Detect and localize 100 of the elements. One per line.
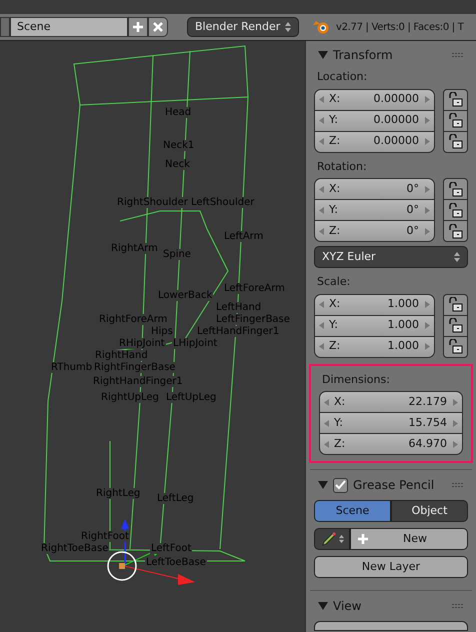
rotation-mode-dropdown[interactable]: XYZ Euler bbox=[314, 246, 468, 268]
axis-label: Z: bbox=[329, 222, 340, 239]
increment-arrow-icon[interactable] bbox=[425, 117, 430, 124]
axis-label: Y: bbox=[329, 112, 338, 128]
bone-label: LeftForeArm bbox=[223, 283, 286, 294]
open-padlock-icon bbox=[448, 134, 462, 149]
decrement-arrow-icon[interactable] bbox=[319, 343, 324, 350]
number-field[interactable]: Z: 64.970 bbox=[319, 433, 463, 455]
axis-label: X: bbox=[329, 180, 340, 197]
increment-arrow-icon[interactable] bbox=[425, 96, 430, 103]
field-value: 1.000 bbox=[388, 317, 419, 334]
open-padlock-icon bbox=[448, 339, 462, 354]
new-layer-button[interactable]: New Layer bbox=[314, 556, 468, 578]
close-button[interactable] bbox=[148, 17, 168, 37]
number-field[interactable]: Y: 1.000 bbox=[314, 314, 435, 336]
field-value: 1.000 bbox=[388, 338, 419, 354]
bone-label: RightArm bbox=[110, 243, 159, 254]
new-button[interactable]: New bbox=[350, 528, 468, 550]
increment-arrow-icon[interactable] bbox=[453, 420, 458, 426]
decrement-arrow-icon[interactable] bbox=[319, 228, 324, 234]
collapse-triangle-icon[interactable] bbox=[318, 480, 328, 490]
increment-arrow-icon[interactable] bbox=[425, 322, 430, 329]
decrement-arrow-icon[interactable] bbox=[324, 420, 329, 426]
decrement-arrow-icon[interactable] bbox=[319, 96, 324, 103]
source-tab[interactable]: Object bbox=[391, 500, 468, 522]
increment-arrow-icon[interactable] bbox=[425, 206, 430, 214]
open-padlock-icon bbox=[448, 182, 462, 196]
lock-toggle[interactable] bbox=[443, 88, 468, 110]
axis-label: X: bbox=[329, 91, 340, 108]
open-padlock-icon bbox=[448, 113, 462, 128]
decrement-arrow-icon[interactable] bbox=[324, 440, 329, 448]
bone-label: RightUpLeg bbox=[100, 392, 160, 403]
increment-arrow-icon[interactable] bbox=[425, 228, 430, 234]
collapsed-field[interactable] bbox=[314, 621, 468, 631]
lock-toggle[interactable] bbox=[443, 336, 468, 358]
number-field[interactable]: X: 1.000 bbox=[314, 294, 435, 316]
decrement-arrow-icon[interactable] bbox=[319, 186, 324, 192]
increment-arrow-icon[interactable] bbox=[425, 138, 430, 145]
axis-label: Y: bbox=[329, 317, 338, 334]
collapse-triangle-icon[interactable] bbox=[318, 50, 328, 60]
lock-toggle[interactable] bbox=[443, 130, 468, 152]
increment-arrow-icon[interactable] bbox=[425, 301, 430, 308]
increment-arrow-icon[interactable] bbox=[425, 343, 430, 350]
number-field[interactable]: Y: 0° bbox=[314, 199, 435, 221]
logo-icon bbox=[313, 20, 329, 34]
plus-icon bbox=[357, 533, 369, 545]
decrement-arrow-icon[interactable] bbox=[319, 206, 324, 214]
panel-title[interactable]: Grease Pencil bbox=[353, 476, 434, 494]
lock-toggle[interactable] bbox=[443, 314, 468, 336]
close-icon bbox=[152, 21, 164, 33]
bone-label: RightToeBase bbox=[40, 543, 110, 554]
number-field[interactable]: X: 0.00000 bbox=[314, 88, 435, 110]
decrement-arrow-icon[interactable] bbox=[319, 117, 324, 124]
number-field[interactable]: X: 22.179 bbox=[319, 391, 463, 413]
bone-label: RightFingerBase bbox=[93, 362, 176, 373]
increment-arrow-icon[interactable] bbox=[453, 398, 458, 406]
source-tab[interactable]: Scene bbox=[314, 500, 391, 522]
bone-label: LeftFoot bbox=[150, 543, 192, 554]
increment-arrow-icon[interactable] bbox=[425, 186, 430, 192]
number-field[interactable]: Y: 0.00000 bbox=[314, 110, 435, 132]
number-field[interactable]: Z: 0.00000 bbox=[314, 130, 435, 152]
collapse-triangle-icon[interactable] bbox=[318, 601, 328, 611]
bone-label: LeftFingerBase bbox=[215, 314, 291, 325]
decrement-arrow-icon[interactable] bbox=[324, 398, 329, 406]
bone-label: LeftShoulder bbox=[190, 197, 256, 208]
axis-label: Y: bbox=[334, 414, 343, 431]
updown-arrows-icon bbox=[454, 252, 460, 262]
drag-handle-icon[interactable] bbox=[452, 603, 464, 609]
lock-toggle[interactable] bbox=[443, 178, 468, 200]
axis-label: Z: bbox=[329, 133, 340, 150]
scene-field[interactable]: Scene bbox=[10, 17, 128, 37]
pencil-selector[interactable] bbox=[314, 528, 350, 550]
bone-label: LHipJoint bbox=[172, 338, 218, 349]
panel-title[interactable]: View bbox=[333, 597, 362, 615]
bone-label: LeftLeg bbox=[156, 493, 195, 504]
bone-label: LowerBack bbox=[157, 290, 214, 301]
field-value: 0° bbox=[406, 202, 419, 218]
number-field[interactable]: Z: 0° bbox=[314, 220, 435, 242]
enable-checkbox[interactable] bbox=[333, 478, 348, 492]
open-padlock-icon bbox=[448, 202, 462, 218]
lock-toggle[interactable] bbox=[443, 110, 468, 132]
lock-toggle[interactable] bbox=[443, 220, 468, 242]
open-padlock-icon bbox=[448, 92, 462, 107]
render-engine-dropdown[interactable]: Blender Render bbox=[187, 17, 299, 37]
add-button[interactable] bbox=[128, 17, 148, 37]
number-field[interactable]: Z: 1.000 bbox=[314, 336, 435, 358]
lock-toggle[interactable] bbox=[443, 294, 468, 316]
lock-toggle[interactable] bbox=[443, 199, 468, 221]
field-value: 0° bbox=[406, 180, 419, 197]
decrement-arrow-icon[interactable] bbox=[319, 301, 324, 308]
number-field[interactable]: Y: 15.754 bbox=[319, 412, 463, 434]
number-field[interactable]: X: 0° bbox=[314, 178, 435, 200]
drag-handle-icon[interactable] bbox=[452, 52, 464, 58]
increment-arrow-icon[interactable] bbox=[453, 440, 458, 448]
axis-label: Y: bbox=[329, 202, 338, 218]
decrement-arrow-icon[interactable] bbox=[319, 138, 324, 145]
field-value: 64.970 bbox=[408, 436, 447, 452]
drag-handle-icon[interactable] bbox=[452, 482, 464, 488]
panel-title[interactable]: Transform bbox=[333, 46, 393, 64]
decrement-arrow-icon[interactable] bbox=[319, 322, 324, 329]
